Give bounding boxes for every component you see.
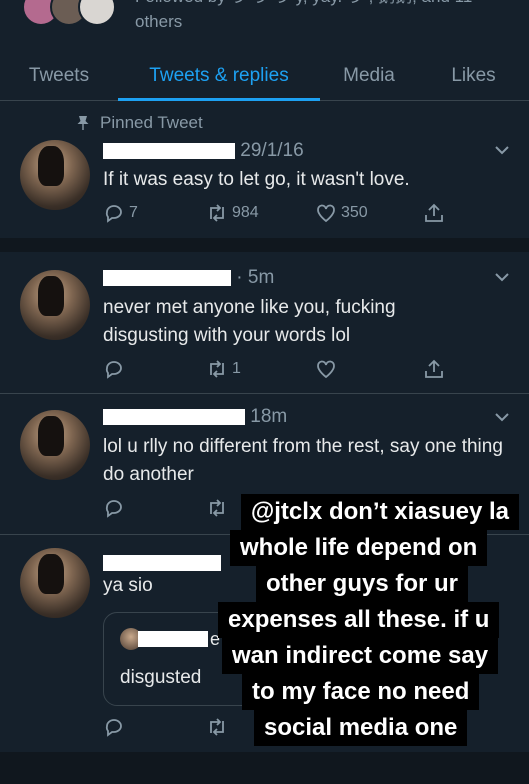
pinned-indicator: Pinned Tweet: [76, 113, 203, 133]
tweet-header: 18m: [103, 406, 287, 428]
tweet-timestamp[interactable]: 18m: [250, 406, 287, 427]
reply-icon: [105, 361, 122, 379]
reply-button[interactable]: [103, 716, 125, 738]
retweet-icon: [210, 360, 224, 378]
caption-line: expenses all these. if u: [218, 602, 500, 638]
reply-button[interactable]: 7: [103, 202, 138, 224]
retweet-count: 984: [232, 204, 259, 221]
reply-icon: [105, 500, 122, 518]
caption-line: wan indirect come say: [222, 638, 499, 674]
tweet-text: If it was easy to let go, it wasn't love…: [103, 169, 410, 190]
caption-line: @jtclx don’t xiasuey la: [240, 494, 519, 530]
section-gap: [0, 752, 529, 784]
reply-button[interactable]: [103, 497, 125, 519]
tweet-avatar[interactable]: [20, 140, 90, 210]
tweet-text: lol u rlly no different from the rest, s…: [103, 436, 503, 485]
tab-tweets[interactable]: Tweets: [0, 52, 118, 100]
share-icon[interactable]: [423, 358, 445, 380]
redacted-username: [103, 269, 231, 286]
caption-overlay: @jtclx don’t xiasuey la whole life depen…: [218, 494, 529, 752]
retweet-button[interactable]: 984: [206, 202, 259, 224]
tweet-avatar[interactable]: [20, 548, 90, 618]
redacted-username: [103, 554, 221, 571]
retweet-icon: [210, 204, 224, 222]
tweet-timestamp[interactable]: 29/1/16: [240, 140, 303, 161]
retweet-count: 1: [232, 360, 241, 377]
chevron-down-icon[interactable]: [493, 268, 511, 286]
reply-icon: [105, 205, 122, 223]
reply-icon: [105, 719, 122, 737]
tweet-avatar[interactable]: [20, 270, 90, 340]
heart-icon: [317, 360, 335, 379]
caption-line: other guys for ur: [256, 566, 469, 602]
redacted-username: [138, 631, 208, 647]
chevron-down-icon[interactable]: [493, 141, 511, 159]
chevron-down-icon[interactable]: [493, 408, 511, 426]
pin-icon: [77, 116, 89, 130]
reply-count: 7: [129, 204, 138, 221]
like-button[interactable]: 350: [315, 202, 368, 224]
tweet-timestamp[interactable]: · 5m: [236, 267, 274, 288]
heart-icon: [317, 204, 335, 223]
tweet-header: 29/1/16: [103, 140, 304, 162]
caption-line: to my face no need: [242, 674, 480, 710]
redacted-username: [103, 408, 245, 425]
section-gap: [0, 238, 529, 252]
retweet-button[interactable]: 1: [206, 358, 241, 380]
caption-line: social media one: [254, 710, 468, 746]
redacted-username: [103, 142, 235, 159]
followed-by-line: Followed by ゔ ゔ ゔ y, yay. ゔ , 鹅鹅, and 11: [135, 0, 472, 8]
tab-media[interactable]: Media: [320, 52, 418, 100]
tweet-header: · 5m: [103, 267, 274, 289]
followed-by-others: others: [135, 12, 183, 31]
pinned-label: Pinned Tweet: [100, 113, 203, 132]
share-icon[interactable]: [423, 202, 445, 224]
like-button[interactable]: [315, 358, 337, 380]
tweet-header: [103, 552, 221, 574]
avatar: [78, 0, 116, 26]
profile-tabs: Tweets Tweets & replies Media Likes: [0, 52, 529, 101]
caption-line: whole life depend on: [230, 530, 488, 566]
tab-tweets-and-replies[interactable]: Tweets & replies: [118, 52, 320, 101]
like-count: 350: [341, 204, 368, 221]
quoted-text: disgusted: [120, 667, 202, 688]
reply-button[interactable]: [103, 358, 125, 380]
tab-likes[interactable]: Likes: [418, 52, 529, 100]
followers-avatars[interactable]: [22, 0, 116, 26]
divider: [0, 393, 529, 394]
tweet-text: never met anyone like you, fucking disgu…: [103, 297, 396, 346]
tweet-avatar[interactable]: [20, 410, 90, 480]
